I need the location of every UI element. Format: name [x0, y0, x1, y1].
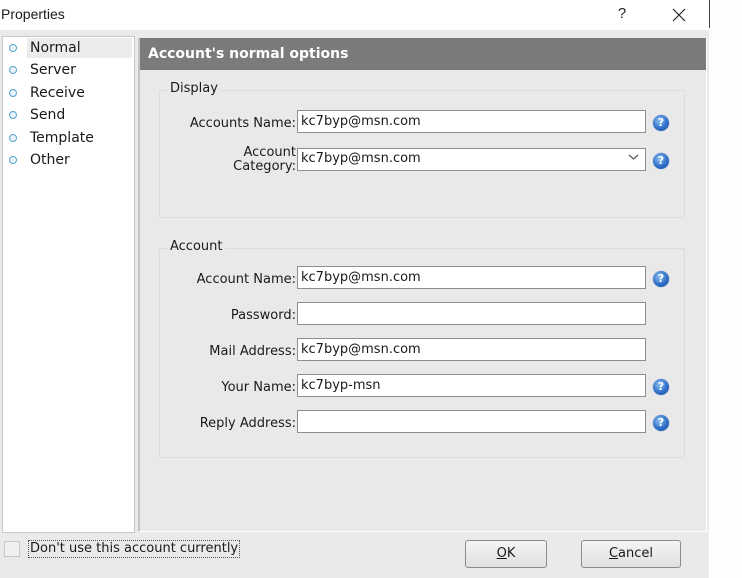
panel-title: Account's normal options — [148, 46, 349, 62]
nav-item-highlight: Template — [27, 128, 132, 148]
help-icon[interactable]: ? — [653, 271, 669, 287]
account-category-label-line1: Account — [243, 145, 297, 160]
window-border — [709, 0, 710, 28]
account-name-input[interactable] — [297, 266, 646, 289]
nav-item-label: Other — [30, 152, 70, 168]
window-title: Properties — [1, 6, 65, 22]
ok-label-rest: K — [506, 546, 516, 561]
nav-item-highlight: Send — [27, 105, 132, 125]
help-icon[interactable]: ? — [653, 115, 669, 131]
cancel-label-rest: ancel — [618, 546, 654, 561]
nav-item-label: Receive — [30, 85, 85, 101]
mail-address-input[interactable] — [297, 338, 646, 361]
nav-item-template[interactable]: Template — [3, 128, 134, 148]
nav-item-server[interactable]: Server — [3, 60, 134, 80]
nav-item-other[interactable]: Other — [3, 150, 134, 170]
account-group: Account Account Name: ? Password: Mail A… — [159, 239, 685, 458]
nav-item-send[interactable]: Send — [3, 105, 134, 125]
account-category-label: Account Category: — [233, 146, 296, 174]
help-icon[interactable]: ? — [653, 415, 669, 431]
account-category-label-line2: Category: — [233, 159, 296, 174]
title-bar: Properties ? — [0, 0, 709, 30]
bullet-icon — [9, 111, 17, 119]
close-button[interactable] — [664, 3, 694, 27]
accounts-name-input[interactable] — [297, 110, 646, 133]
your-name-label: Your Name: — [221, 380, 296, 395]
nav-item-highlight: Normal — [27, 38, 132, 58]
help-icon[interactable]: ? — [653, 379, 669, 395]
panel-header: Account's normal options — [140, 38, 706, 70]
reply-address-input[interactable] — [297, 410, 646, 433]
account-name-label: Account Name: — [196, 272, 296, 287]
display-group-title: Display — [168, 81, 220, 96]
ok-mnemonic: O — [496, 546, 507, 561]
account-category-select[interactable]: kc7byp@msn.com — [297, 148, 646, 171]
cancel-button[interactable]: Cancel — [581, 540, 681, 568]
nav-item-label: Send — [30, 107, 66, 123]
your-name-input[interactable] — [297, 374, 646, 397]
close-icon — [672, 8, 686, 22]
category-nav: Normal Server Receive Send Template Othe… — [2, 36, 135, 533]
help-button[interactable]: ? — [612, 3, 632, 25]
properties-dialog: Properties ? Normal Server Receive Send … — [0, 0, 709, 578]
disable-account-checkbox[interactable] — [4, 541, 20, 557]
bullet-icon — [9, 89, 17, 97]
account-group-title: Account — [168, 239, 225, 254]
nav-item-highlight: Other — [27, 150, 132, 170]
bullet-icon — [9, 156, 17, 164]
disable-account-label[interactable]: Don't use this account currently — [28, 540, 241, 558]
nav-item-receive[interactable]: Receive — [3, 83, 134, 103]
reply-address-label: Reply Address: — [199, 416, 296, 431]
bullet-icon — [9, 44, 17, 52]
ok-button[interactable]: OK — [465, 540, 547, 568]
nav-item-label: Template — [30, 130, 94, 146]
cancel-mnemonic: C — [608, 546, 619, 561]
mail-address-label: Mail Address: — [209, 344, 296, 359]
nav-item-label: Normal — [30, 40, 81, 56]
bullet-icon — [9, 134, 17, 142]
options-panel: Account's normal options Display Account… — [138, 38, 707, 532]
display-group: Display Accounts Name: ? Account Categor… — [159, 81, 685, 218]
nav-item-normal[interactable]: Normal — [3, 38, 134, 58]
help-icon[interactable]: ? — [653, 153, 669, 169]
password-label: Password: — [230, 308, 296, 323]
password-input[interactable] — [297, 302, 646, 325]
chevron-down-icon — [628, 151, 639, 165]
account-category-value: kc7byp@msn.com — [301, 151, 421, 166]
nav-item-label: Server — [30, 62, 76, 78]
nav-item-highlight: Server — [27, 60, 132, 80]
accounts-name-label: Accounts Name: — [189, 116, 296, 131]
nav-item-highlight: Receive — [27, 83, 132, 103]
bullet-icon — [9, 66, 17, 74]
